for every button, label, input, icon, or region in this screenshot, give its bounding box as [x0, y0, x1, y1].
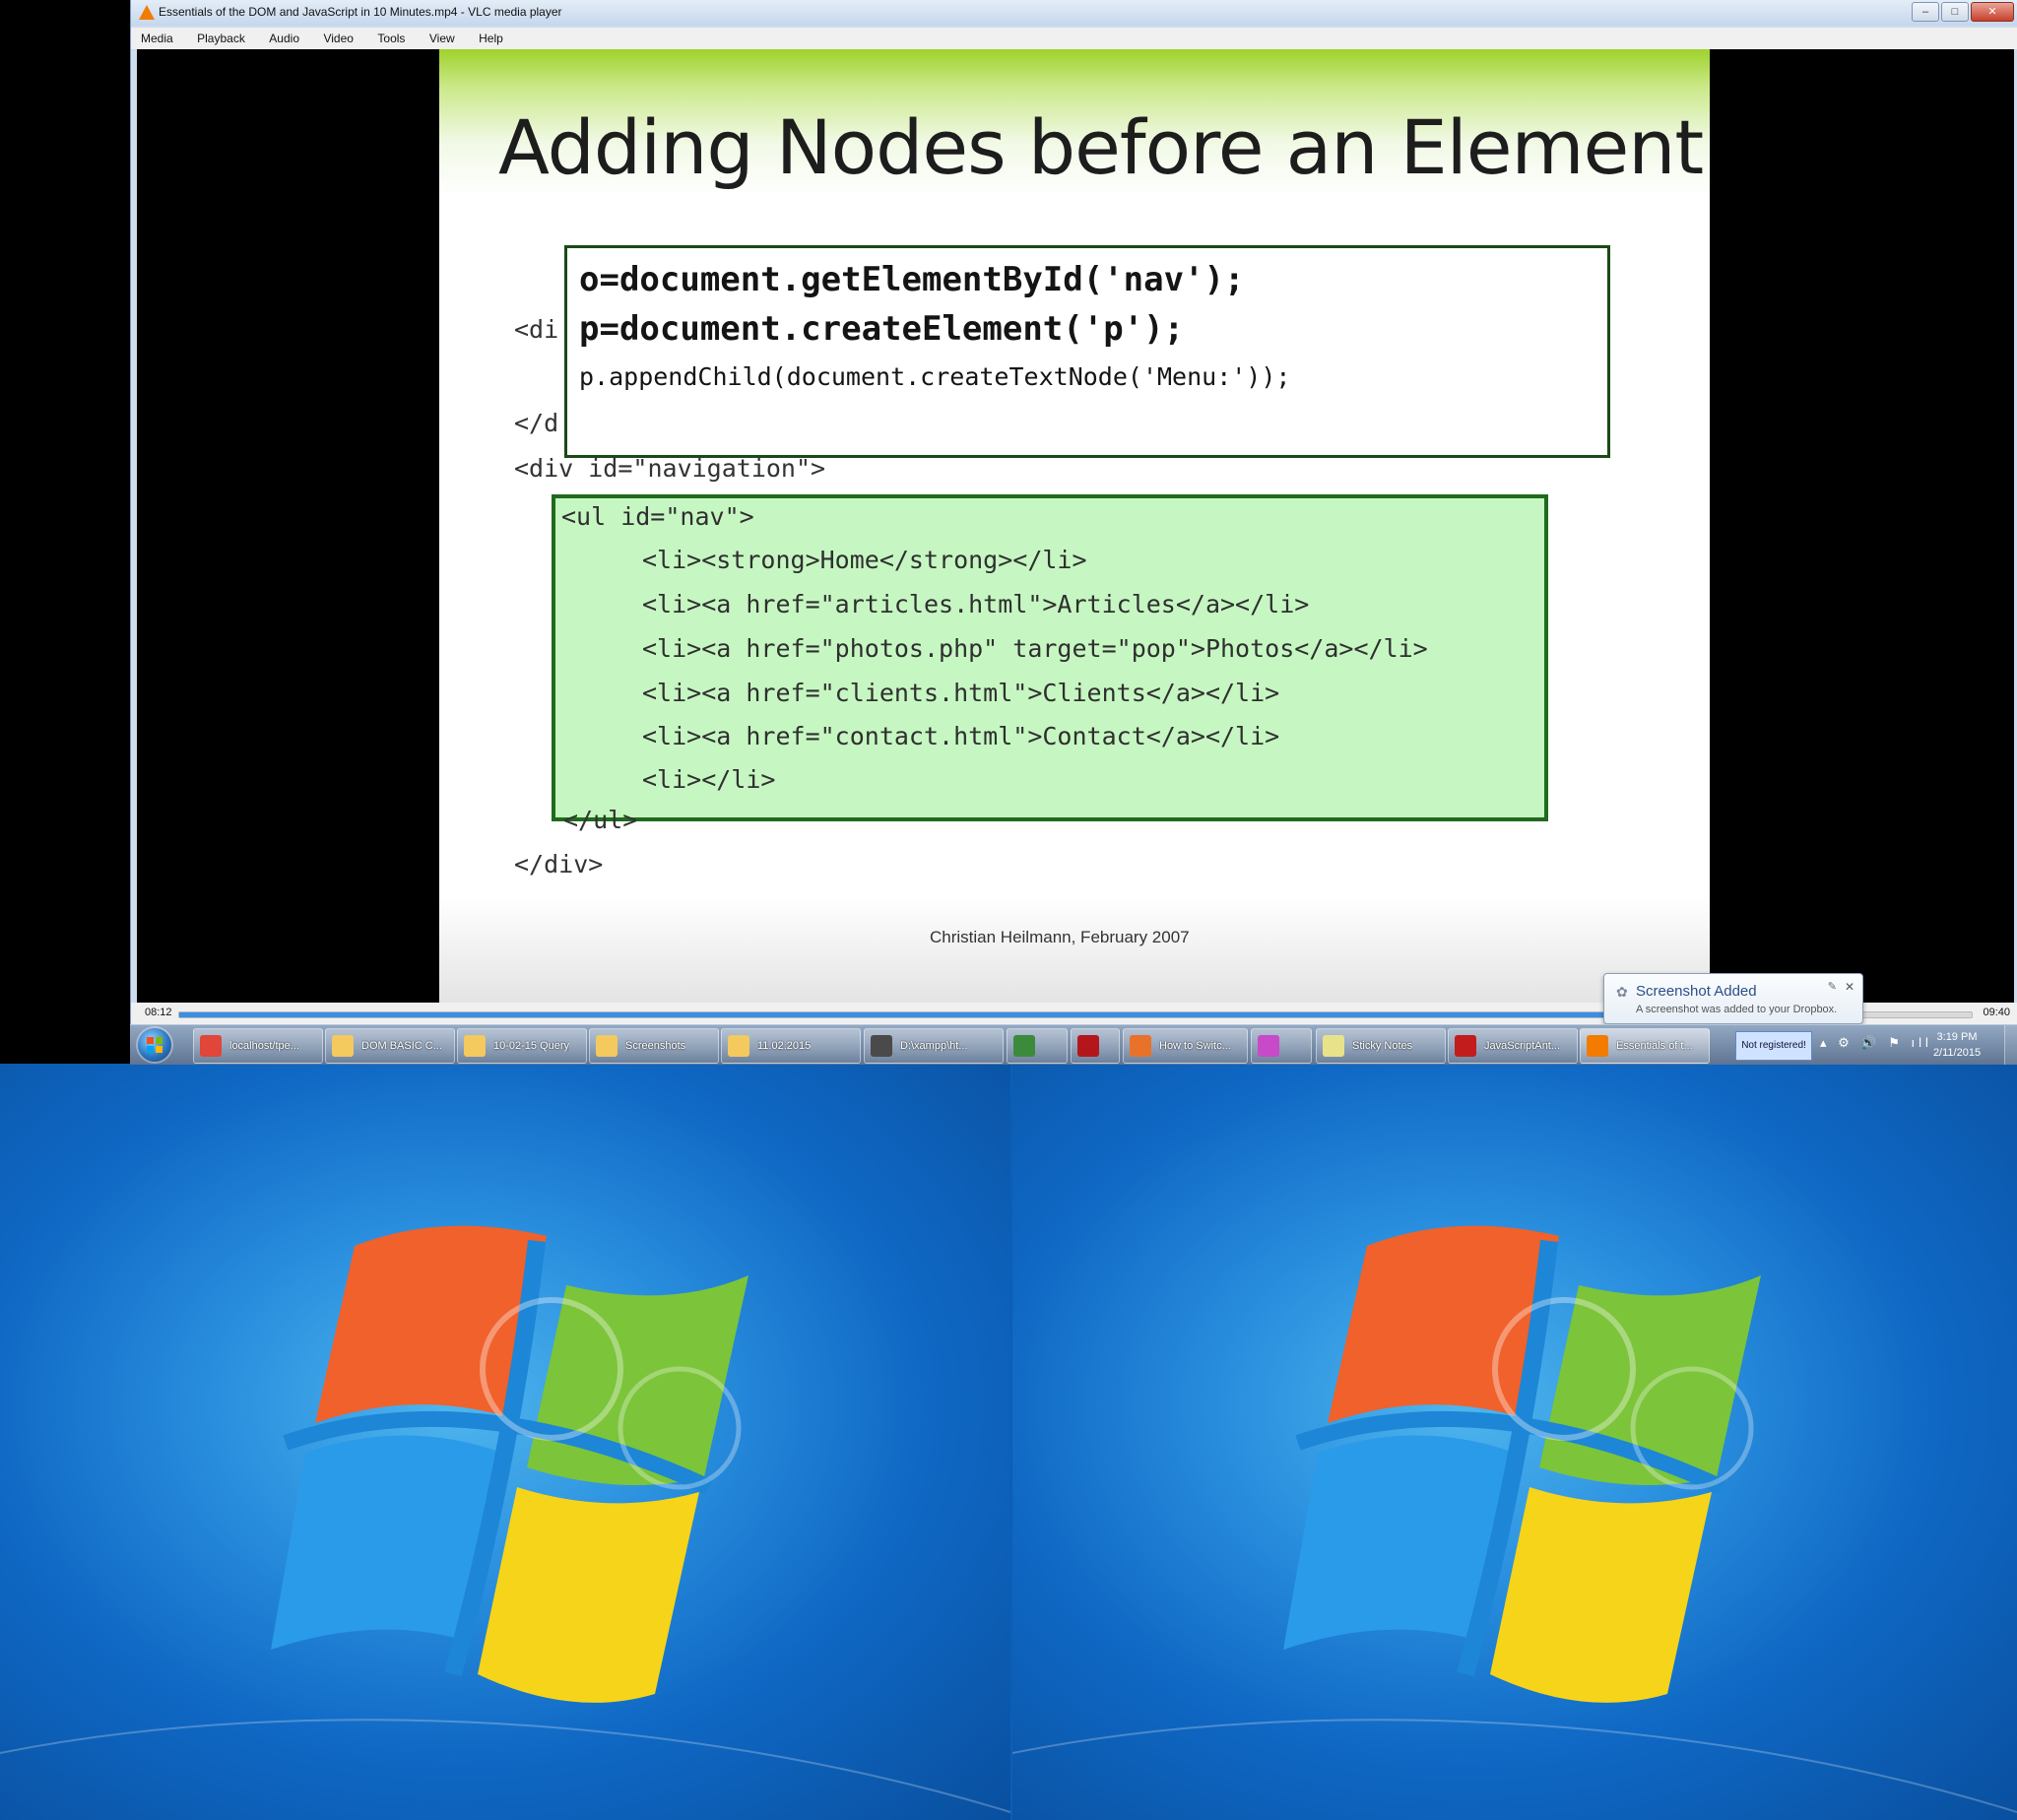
pinwheel-icon	[1258, 1035, 1279, 1057]
window-controls: – □ ✕	[1912, 2, 2014, 22]
dropbox-notification[interactable]: ✿ Screenshot Added A screenshot was adde…	[1603, 973, 1863, 1024]
code-line: <li><strong>Home</strong></li>	[642, 546, 1087, 574]
menu-help[interactable]: Help	[469, 28, 513, 49]
vlc-icon	[1587, 1035, 1608, 1057]
taskbar-button[interactable]: DOM BASIC C...	[325, 1028, 455, 1064]
seek-progress	[179, 1012, 1702, 1017]
code-line: p.appendChild(document.createTextNode('M…	[579, 362, 1291, 391]
code-line: </d	[514, 409, 559, 437]
desktop-wallpaper-right	[1012, 1064, 2017, 1820]
start-button[interactable]	[138, 1028, 171, 1062]
taskbar-button-label: DOM BASIC C...	[361, 1040, 442, 1052]
maximize-button[interactable]: □	[1941, 2, 1969, 22]
menu-video[interactable]: Video	[313, 28, 362, 49]
show-desktop-button[interactable]	[2004, 1025, 2017, 1065]
taskbar-button-label: 11.02.2015	[757, 1040, 812, 1052]
code-line: </ul>	[563, 806, 638, 834]
menu-media[interactable]: Media	[131, 28, 183, 49]
total-time: 09:40	[1983, 1007, 2010, 1018]
vlc-icon	[139, 5, 155, 20]
popup-code-box: o=document.getElementById('nav'); p=docu…	[564, 245, 1610, 458]
menu-view[interactable]: View	[420, 28, 465, 49]
folder-icon	[332, 1035, 354, 1057]
desktop-wallpaper-left	[0, 1064, 1010, 1820]
code-line: p=document.createElement('p');	[579, 309, 1185, 349]
sticky-notes-icon	[1323, 1035, 1344, 1057]
taskbar-button[interactable]: How to Switc...	[1123, 1028, 1248, 1064]
taskbar-button[interactable]	[1071, 1028, 1120, 1064]
folder-icon	[464, 1035, 486, 1057]
media-icon	[1013, 1035, 1035, 1057]
taskbar-button[interactable]: localhost/tpe...	[193, 1028, 323, 1064]
taskbar-button-label: 10-02-15 Query	[493, 1040, 570, 1052]
code-line: <ul id="nav">	[561, 502, 754, 531]
taskbar-button[interactable]: 11.02.2015	[721, 1028, 861, 1064]
settings-icon[interactable]: ✎	[1828, 980, 1837, 993]
code-line: </div>	[514, 850, 604, 878]
code-line: <li><a href="clients.html">Clients</a></…	[642, 679, 1280, 707]
code-line: <li><a href="photos.php" target="pop">Ph…	[642, 634, 1428, 663]
not-registered-badge[interactable]: Not registered!	[1735, 1031, 1812, 1061]
code-line: <li></li>	[642, 765, 776, 794]
code-line: <di	[514, 315, 559, 344]
taskbar-button[interactable]	[1007, 1028, 1068, 1064]
notification-message: A screenshot was added to your Dropbox.	[1636, 1004, 1838, 1015]
taskbar-button-label: D:\xampp\ht...	[900, 1040, 968, 1052]
taskbar-button[interactable]: 10-02-15 Query	[457, 1028, 587, 1064]
code-line: <li><a href="articles.html">Articles</a>…	[642, 590, 1310, 618]
system-tray-icons[interactable]: ▴ ⚙ 🔊 ⚑ ıll	[1820, 1035, 1932, 1051]
taskbar-button-label: localhost/tpe...	[229, 1040, 299, 1052]
sublime-icon	[871, 1035, 892, 1057]
slide-credit: Christian Heilmann, February 2007	[930, 928, 1190, 946]
taskbar-button[interactable]: Screenshots	[589, 1028, 719, 1064]
taskbar-button[interactable]: Essentials of t...	[1580, 1028, 1710, 1064]
taskbar-button-label: How to Switc...	[1159, 1040, 1231, 1052]
elapsed-time: 08:12	[145, 1007, 172, 1018]
window-titlebar[interactable]: Essentials of the DOM and JavaScript in …	[131, 0, 2017, 26]
close-icon[interactable]: ✕	[1845, 980, 1854, 994]
menu-tools[interactable]: Tools	[367, 28, 415, 49]
clock-date: 2/11/2015	[1932, 1047, 1982, 1059]
taskbar-button-label: Essentials of t...	[1616, 1040, 1693, 1052]
taskbar-button[interactable]: Sticky Notes	[1316, 1028, 1446, 1064]
code-line: <div id="navigation">	[514, 454, 826, 483]
code-line: o=document.getElementById('nav');	[579, 260, 1245, 299]
code-line: <li><a href="contact.html">Contact</a></…	[642, 722, 1280, 750]
filezilla-icon	[1077, 1035, 1099, 1057]
windows-logo	[1012, 1225, 2017, 1813]
menu-playback[interactable]: Playback	[187, 28, 255, 49]
notification-title: Screenshot Added	[1636, 983, 1757, 1000]
desktop	[0, 1064, 2017, 1820]
taskbar-button[interactable]: JavaScriptAnt...	[1448, 1028, 1578, 1064]
window-title: Essentials of the DOM and JavaScript in …	[159, 5, 562, 19]
taskbar-button-label: Sticky Notes	[1352, 1040, 1413, 1052]
close-button[interactable]: ✕	[1971, 2, 2014, 22]
windows-flag-icon	[147, 1037, 163, 1053]
slide-title: Adding Nodes before an Element	[498, 103, 1704, 191]
clock-time: 3:19 PM	[1936, 1031, 1978, 1043]
pdf-icon	[1455, 1035, 1476, 1057]
taskbar-button-label: Screenshots	[625, 1040, 686, 1052]
clock[interactable]: 3:19 PM 2/11/2015	[1922, 1029, 1991, 1061]
highlighted-list-box: <ul id="nav"> <li><strong>Home</strong><…	[552, 494, 1548, 821]
taskbar: localhost/tpe... DOM BASIC C... 10-02-15 Q…	[130, 1024, 2017, 1065]
taskbar-button[interactable]	[1251, 1028, 1312, 1064]
menu-audio[interactable]: Audio	[259, 28, 309, 49]
firefox-icon	[1130, 1035, 1151, 1057]
minimize-button[interactable]: –	[1912, 2, 1939, 22]
taskbar-button-label: JavaScriptAnt...	[1484, 1040, 1561, 1052]
video-area[interactable]: Adding Nodes before an Element <di </d <…	[137, 49, 2014, 1003]
windows-logo	[0, 1225, 1010, 1813]
presentation-slide: Adding Nodes before an Element <di </d <…	[439, 49, 1710, 1003]
folder-icon	[596, 1035, 618, 1057]
chrome-icon	[200, 1035, 222, 1057]
vlc-window: Essentials of the DOM and JavaScript in …	[130, 0, 2017, 1064]
dropbox-icon: ✿	[1616, 984, 1628, 1000]
menu-bar: Media Playback Audio Video Tools View He…	[131, 28, 2017, 50]
folder-icon	[728, 1035, 749, 1057]
taskbar-button[interactable]: D:\xampp\ht...	[864, 1028, 1004, 1064]
